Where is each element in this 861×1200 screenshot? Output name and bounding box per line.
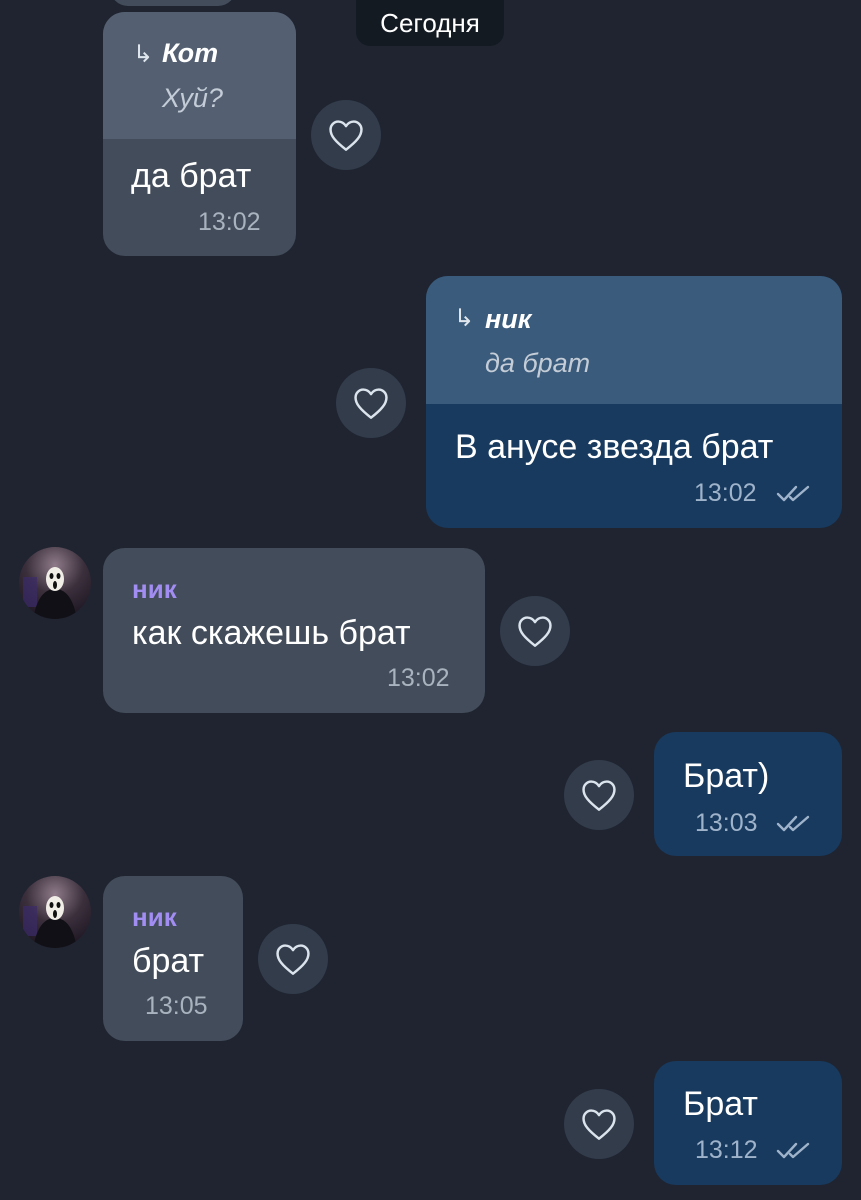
- reply-preview[interactable]: ↳ ник да брат: [426, 276, 842, 404]
- like-button[interactable]: [564, 760, 634, 830]
- avatar-image: [19, 876, 91, 948]
- reply-preview[interactable]: ↳ Кот Хуй?: [103, 12, 296, 139]
- reply-arrow-icon: ↳: [454, 305, 475, 332]
- heart-outline-icon: [518, 616, 552, 647]
- message-text: Брат: [683, 1085, 758, 1123]
- message-time: 13:02: [387, 664, 450, 692]
- like-button[interactable]: [564, 1089, 634, 1159]
- avatar[interactable]: [19, 876, 91, 948]
- previous-message-bubble: [110, 0, 236, 6]
- date-divider: Сегодня: [356, 0, 504, 46]
- heart-outline-icon: [582, 780, 616, 811]
- double-check-icon: [776, 815, 810, 832]
- heart-outline-icon: [582, 1109, 616, 1140]
- message-bubble[interactable]: Брат 13:12: [654, 1061, 842, 1185]
- avatar[interactable]: [19, 547, 91, 619]
- sender-name[interactable]: ник: [132, 902, 177, 933]
- reply-author: Кот: [162, 38, 219, 68]
- sender-name[interactable]: ник: [132, 574, 177, 605]
- message-bubble[interactable]: ↳ Кот Хуй? да брат 13:02: [103, 12, 296, 256]
- double-check-icon: [776, 485, 810, 502]
- like-button[interactable]: [258, 924, 328, 994]
- heart-outline-icon: [329, 120, 363, 151]
- message-bubble[interactable]: ник брат 13:05: [103, 876, 243, 1041]
- message-text: да брат: [131, 157, 252, 195]
- like-button[interactable]: [500, 596, 570, 666]
- message-text: брат: [132, 942, 205, 980]
- message-text: В анусе звезда брат: [455, 428, 774, 466]
- message-time: 13:02: [198, 208, 261, 236]
- heart-outline-icon: [276, 944, 310, 975]
- message-bubble[interactable]: Брат) 13:03: [654, 732, 842, 856]
- like-button[interactable]: [336, 368, 406, 438]
- double-check-icon: [776, 1142, 810, 1159]
- reply-text: Хуй?: [162, 83, 223, 113]
- heart-outline-icon: [354, 388, 388, 419]
- like-button[interactable]: [311, 100, 381, 170]
- message-text: как скажешь брат: [132, 614, 411, 652]
- message-time: 13:12: [695, 1136, 758, 1164]
- message-time: 13:03: [695, 809, 758, 837]
- message-bubble[interactable]: ↳ ник да брат В анусе звезда брат 13:02: [426, 276, 842, 528]
- message-time: 13:02: [694, 479, 757, 507]
- reply-author: ник: [485, 304, 532, 334]
- message-bubble[interactable]: ник как скажешь брат 13:02: [103, 548, 485, 713]
- message-time: 13:05: [145, 992, 208, 1020]
- reply-text: да брат: [485, 348, 591, 378]
- avatar-image: [19, 547, 91, 619]
- date-divider-label: Сегодня: [380, 8, 480, 38]
- message-text: Брат): [683, 757, 770, 795]
- reply-arrow-icon: ↳: [133, 41, 154, 68]
